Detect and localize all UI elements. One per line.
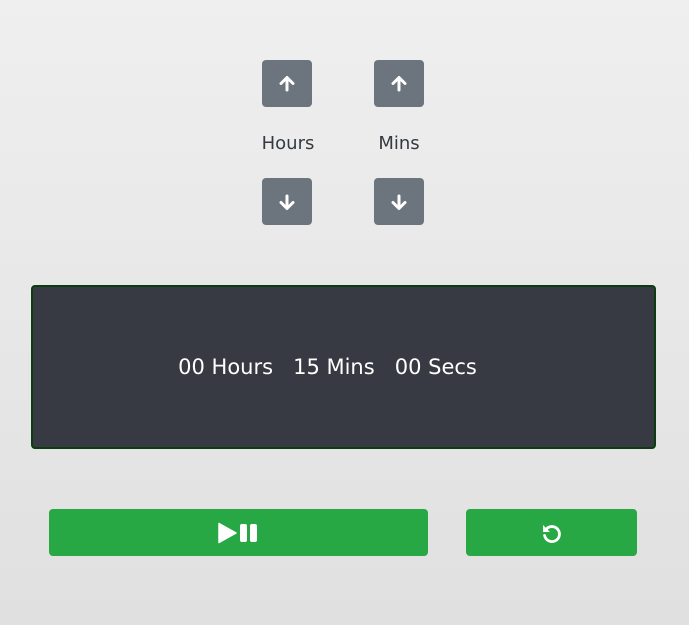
arrow-down-icon	[279, 194, 295, 210]
timer-display: 00 Hours 15 Mins 00 Secs	[31, 285, 656, 449]
arrow-down-icon	[391, 194, 407, 210]
hours-label: Hours	[261, 133, 315, 154]
hours-up-button[interactable]	[262, 60, 312, 107]
arrow-up-icon	[279, 75, 295, 91]
reset-icon	[542, 524, 561, 543]
mins-down-button[interactable]	[374, 178, 424, 225]
mins-label: Mins	[378, 133, 420, 154]
timer-readout: 00 Hours 15 Mins 00 Secs	[178, 355, 477, 379]
hours-down-button[interactable]	[262, 178, 312, 225]
play-pause-icon	[217, 522, 257, 543]
reset-button[interactable]	[466, 509, 637, 556]
play-pause-button[interactable]	[49, 509, 428, 556]
mins-up-button[interactable]	[374, 60, 424, 107]
arrow-up-icon	[391, 75, 407, 91]
